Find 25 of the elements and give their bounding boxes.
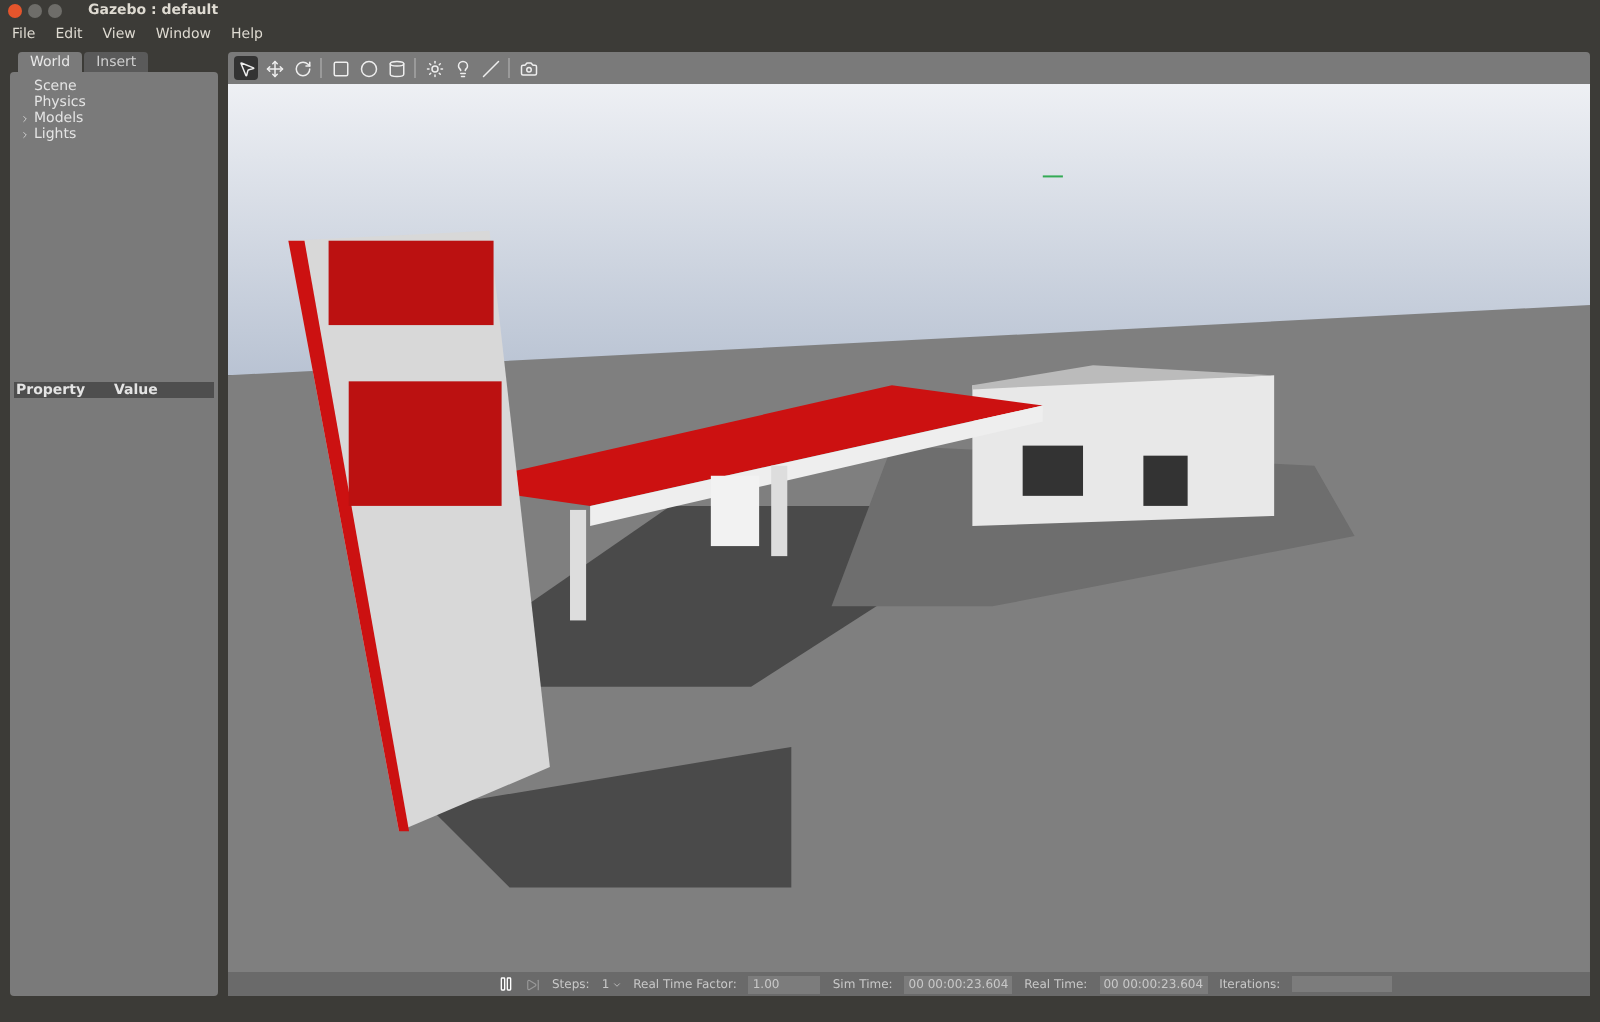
close-button[interactable] [8,4,22,18]
maximize-button[interactable] [48,4,62,18]
slash-icon [481,59,499,77]
pointer-icon [237,59,255,77]
slash-tool-button[interactable] [478,56,502,80]
box-tool-button[interactable] [328,56,352,80]
move-icon [265,59,283,77]
sphere-tool-button[interactable] [356,56,380,80]
rotate-tool-button[interactable] [290,56,314,80]
minimize-button[interactable] [28,4,42,18]
camera-tool-button[interactable] [516,56,540,80]
pointer-tool-button[interactable] [234,56,258,80]
sphere-icon [359,59,377,77]
camera-icon [519,59,537,77]
cylinder-tool-button[interactable] [384,56,408,80]
light-icon [425,59,443,77]
bulb-icon [453,59,471,77]
box-icon [331,59,349,77]
caret-icon [611,979,622,989]
cylinder-icon [387,59,405,77]
pause-icon [498,976,514,992]
move-tool-button[interactable] [262,56,286,80]
pause-button[interactable] [498,976,514,992]
rotate-icon [293,59,311,77]
step-icon[interactable] [526,977,540,991]
